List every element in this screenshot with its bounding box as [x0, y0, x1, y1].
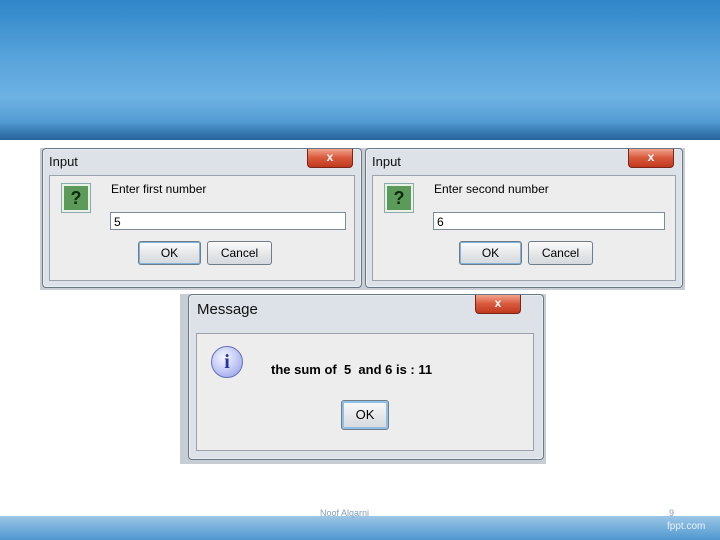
- screenshot-input-dialog-2: Input x ? Enter second number 6 OK Cance…: [363, 148, 685, 290]
- cancel-button[interactable]: Cancel: [528, 241, 593, 265]
- input-dialog-first: Input x ? Enter first number 5 OK Cancel: [42, 148, 362, 288]
- dialog-content: i the sum of 5 and 6 is : 11 OK: [196, 333, 534, 451]
- second-number-input[interactable]: 6: [433, 212, 665, 230]
- ok-button[interactable]: OK: [459, 241, 522, 265]
- info-icon: i: [211, 346, 243, 378]
- dialog-content: ? Enter first number 5 OK Cancel: [49, 175, 355, 281]
- question-icon: ?: [385, 184, 413, 212]
- prompt-label: Enter first number: [111, 182, 207, 196]
- close-button[interactable]: x: [475, 295, 521, 314]
- screenshot-message-dialog: Message x i the sum of 5 and 6 is : 11 O…: [180, 294, 546, 464]
- first-number-input[interactable]: 5: [110, 212, 346, 230]
- ok-button[interactable]: OK: [341, 400, 389, 430]
- close-button[interactable]: x: [628, 149, 674, 168]
- slide-header-banner: [0, 0, 720, 140]
- close-button[interactable]: x: [307, 149, 353, 168]
- input-dialog-second: Input x ? Enter second number 6 OK Cance…: [365, 148, 683, 288]
- ok-button[interactable]: OK: [138, 241, 201, 265]
- prompt-label: Enter second number: [434, 182, 549, 196]
- brand-watermark: fppt.com: [667, 521, 706, 532]
- screenshot-input-dialog-1: Input x ? Enter first number 5 OK Cancel: [40, 148, 364, 290]
- message-dialog: Message x i the sum of 5 and 6 is : 11 O…: [188, 294, 544, 460]
- footer-author: Noof Alqarni: [320, 508, 370, 518]
- page-number: 9: [669, 508, 675, 518]
- slide-footer-bar: [0, 516, 720, 540]
- dialog-content: ? Enter second number 6 OK Cancel: [372, 175, 676, 281]
- message-text: the sum of 5 and 6 is : 11: [271, 362, 433, 377]
- cancel-button[interactable]: Cancel: [207, 241, 272, 265]
- question-icon: ?: [62, 184, 90, 212]
